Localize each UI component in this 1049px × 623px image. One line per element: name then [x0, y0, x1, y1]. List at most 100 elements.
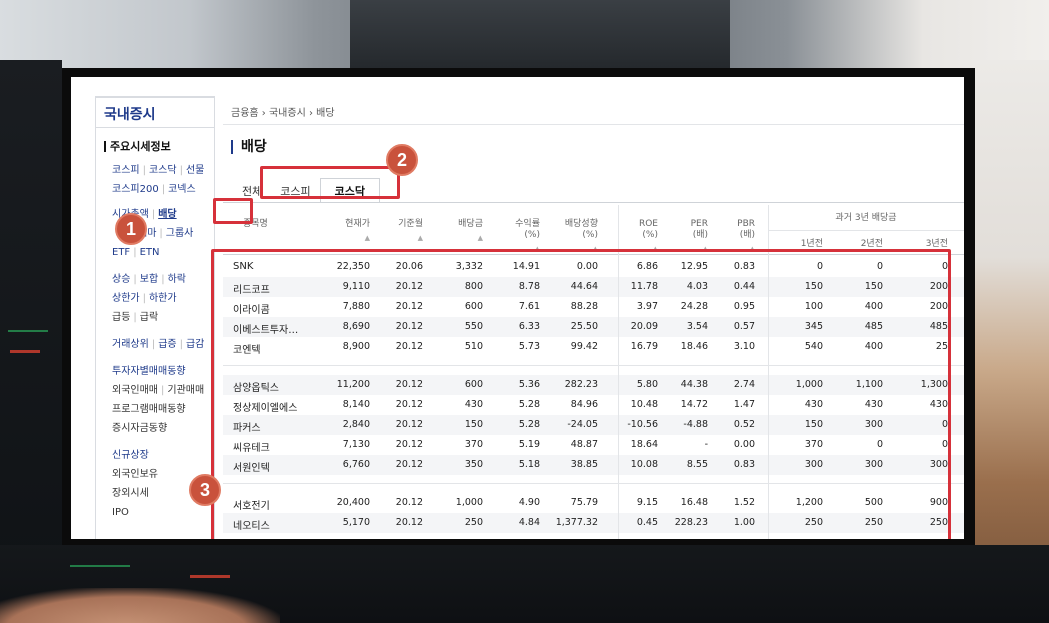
- cell-dividend: 510: [464, 341, 483, 352]
- sidebar-item-kospi200[interactable]: 코스피200: [112, 184, 159, 195]
- sidebar-item-kospi[interactable]: 코스피: [112, 165, 140, 176]
- tab-kospi[interactable]: 코스피: [271, 178, 319, 203]
- cell-name[interactable]: 서원인텍: [233, 459, 270, 474]
- cell-name[interactable]: SNK: [233, 261, 253, 272]
- sidebar-row-etf2: ETF | ETN: [112, 247, 160, 258]
- column-header-per[interactable]: PER (배) ▲: [668, 219, 708, 255]
- sidebar-item-plunge[interactable]: 급락: [140, 312, 158, 323]
- background-right-person: [975, 60, 1049, 623]
- sidebar-item-top-volume[interactable]: 거래상위: [112, 339, 149, 350]
- cell-name[interactable]: 정상제이엘에스: [233, 399, 297, 414]
- table-row: 서원인텍 6,760 20.12 350 5.18 38.85 10.08 8.55 0.83 3…: [223, 455, 964, 475]
- table-row: 네오티스 5,170 20.12 250 4.84 1,377.32 0.45 228.23 1…: [223, 513, 964, 533]
- column-header-roe[interactable]: ROE (%) ▲: [618, 219, 658, 255]
- cell-price: 5,170: [342, 517, 370, 528]
- column-header-price[interactable]: 현재가 ▲: [323, 219, 370, 244]
- breadcrumb-finance-home[interactable]: 금융홈: [231, 108, 259, 119]
- column-header-yield[interactable]: 수익률 (%) ▲: [498, 219, 540, 255]
- column-header-y1[interactable]: 1년전: [768, 239, 823, 250]
- cell-dividend: 3,332: [455, 261, 483, 272]
- cell-y3: 0: [941, 261, 948, 272]
- cell-y2: 400: [864, 341, 883, 352]
- column-header-payout[interactable]: 배당성향 (%) ▲: [548, 219, 598, 255]
- cell-base-month: 20.12: [395, 341, 423, 352]
- sidebar-item-kosdaq[interactable]: 코스닥: [149, 165, 177, 176]
- cell-name[interactable]: 리드코프: [233, 281, 270, 296]
- background-ticker: [70, 565, 130, 567]
- column-header-dividend[interactable]: 배당금 ▲: [443, 219, 483, 244]
- cell-base-month: 20.12: [395, 379, 423, 390]
- sidebar-item-new-listing[interactable]: 신규상장: [112, 446, 214, 465]
- background-ticker: [10, 350, 40, 353]
- cell-name[interactable]: 네오티스: [233, 517, 270, 532]
- sidebar-item-dividend[interactable]: 배당: [158, 209, 176, 220]
- cell-name[interactable]: 서호전기: [233, 497, 270, 512]
- cell-roe: 18.64: [630, 439, 658, 450]
- sidebar-item-fall[interactable]: 하락: [168, 274, 186, 285]
- cell-per: 228.23: [674, 517, 708, 528]
- cell-name[interactable]: 이베스트투자…: [233, 321, 298, 336]
- sidebar-item-lower-limit[interactable]: 하한가: [149, 293, 177, 304]
- cell-base-month: 20.12: [395, 439, 423, 450]
- sidebar-item-etf[interactable]: ETF: [112, 247, 130, 258]
- tab-kosdaq[interactable]: 코스닥: [319, 178, 380, 203]
- sidebar-item-foreign-trade[interactable]: 외국인매매: [112, 385, 158, 396]
- sidebar-item-rise[interactable]: 상승: [112, 274, 130, 285]
- sidebar-item-investor-trends[interactable]: 투자자별매매동향: [112, 362, 214, 381]
- cell-pbr: 0.83: [733, 261, 755, 272]
- table-row: 씨유테크 7,130 20.12 370 5.19 48.87 18.64 - 0.00 370 0…: [223, 435, 964, 455]
- sidebar-item-etn[interactable]: ETN: [140, 247, 160, 258]
- cell-base-month: 20.12: [395, 419, 423, 430]
- sidebar-item-fund-trends[interactable]: 증시자금동향: [112, 419, 214, 438]
- cell-roe: 16.79: [630, 341, 658, 352]
- cell-per: 12.95: [680, 261, 708, 272]
- group-divider: [223, 483, 964, 484]
- cell-dividend: 150: [464, 419, 483, 430]
- cell-y1: 100: [804, 301, 823, 312]
- cell-name[interactable]: 파커스: [233, 419, 261, 434]
- sidebar-item-volume-drop[interactable]: 급감: [186, 339, 204, 350]
- cell-roe: 3.97: [636, 301, 658, 312]
- cell-name[interactable]: 이라이콤: [233, 301, 270, 316]
- cell-y3: 200: [929, 301, 948, 312]
- cell-roe: 5.80: [636, 379, 658, 390]
- sidebar-item-program-trade[interactable]: 프로그램매매동향: [112, 400, 214, 419]
- sidebar-item-upper-limit[interactable]: 상한가: [112, 293, 140, 304]
- column-header-base-month[interactable]: 기준월 ▲: [383, 219, 423, 244]
- cell-y3: 25: [935, 341, 948, 352]
- cell-per: 4.03: [686, 281, 708, 292]
- tab-all[interactable]: 전체: [241, 178, 271, 203]
- sidebar-row-updown: 상승 | 보합 | 하락: [112, 274, 186, 285]
- sidebar-item-volume-surge[interactable]: 급증: [158, 339, 176, 350]
- sidebar-item-surge[interactable]: 급등: [112, 312, 130, 323]
- column-header-pbr[interactable]: PBR (배) ▲: [715, 219, 755, 255]
- cell-payout: 88.28: [570, 301, 598, 312]
- column-header-y3[interactable]: 3년전: [898, 239, 948, 250]
- cell-name[interactable]: 삼양옵틱스: [233, 379, 279, 394]
- webpage: 국내증시 주요시세정보 코스피|코스닥|선물 코스피200|코넥스 시가총액|배…: [71, 77, 964, 539]
- sidebar-item-ipo[interactable]: IPO: [112, 503, 214, 522]
- column-divider: [618, 255, 619, 539]
- cell-price: 9,110: [342, 281, 370, 292]
- cell-y3: 485: [929, 321, 948, 332]
- cell-y3: 900: [929, 497, 948, 508]
- cell-name[interactable]: 씨유테크: [233, 439, 270, 454]
- sidebar-item-institution-trade[interactable]: 기관매매: [167, 385, 204, 396]
- sidebar-item-group[interactable]: 그룹사: [166, 228, 194, 239]
- cell-name[interactable]: 코엔텍: [233, 341, 261, 356]
- cell-per: 24.28: [680, 301, 708, 312]
- cell-pbr: 0.95: [733, 301, 755, 312]
- main-content: 금융홈 › 국내증시 › 배당 배당 전체 코스피 코스닥 종목명 현재가 ▲ 기…: [223, 77, 964, 539]
- cell-pbr: 1.47: [733, 399, 755, 410]
- cell-roe: 0.45: [636, 517, 658, 528]
- column-header-y2[interactable]: 2년전: [833, 239, 883, 250]
- cell-payout: 44.64: [570, 281, 598, 292]
- cell-per: -: [704, 439, 708, 450]
- column-header-name[interactable]: 종목명: [243, 219, 268, 230]
- breadcrumb: 금융홈 › 국내증시 › 배당: [231, 104, 335, 119]
- sidebar-item-futures[interactable]: 선물: [186, 165, 204, 176]
- sidebar-item-konex[interactable]: 코넥스: [168, 184, 196, 195]
- breadcrumb-domestic[interactable]: 국내증시: [269, 108, 306, 119]
- sidebar-item-flat[interactable]: 보합: [140, 274, 158, 285]
- cell-y1: 540: [804, 341, 823, 352]
